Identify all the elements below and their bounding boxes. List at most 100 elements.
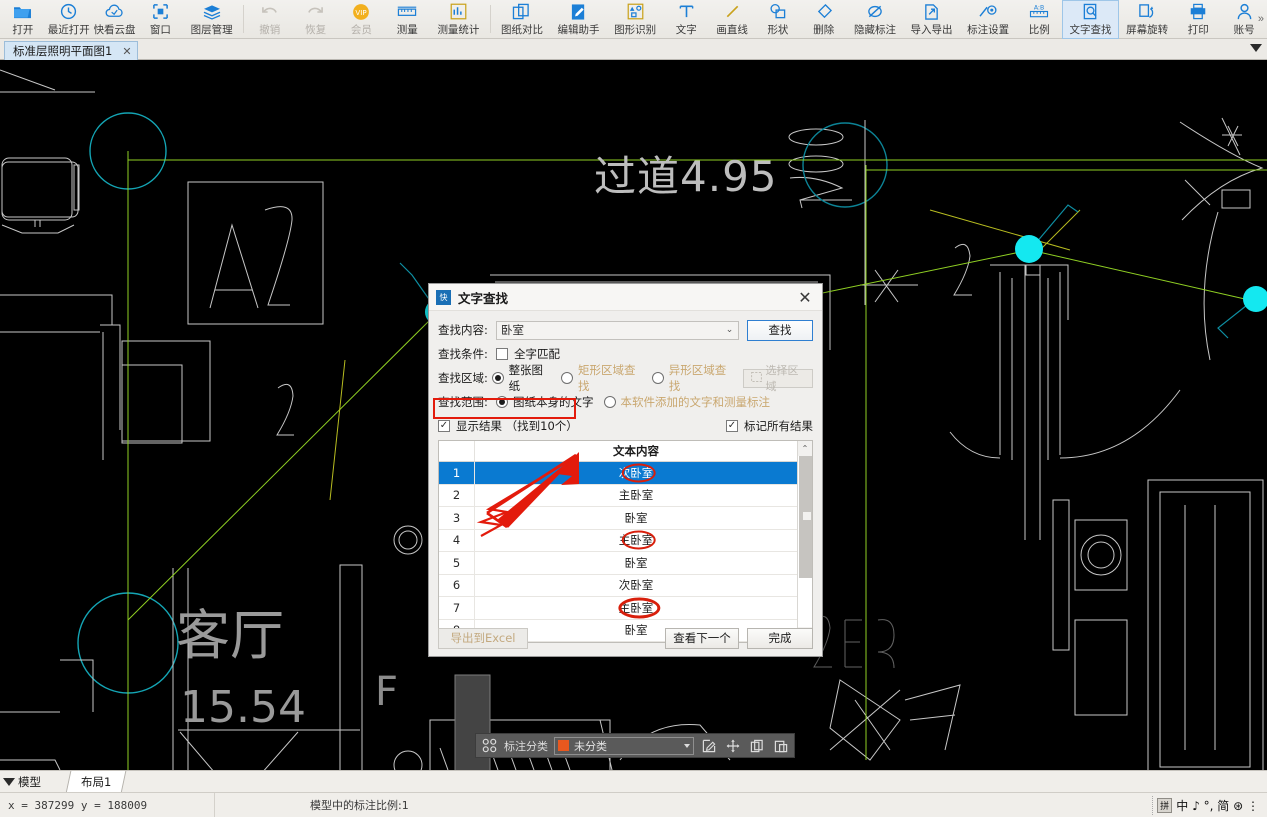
- toolbar-item-measure-stats[interactable]: 测量统计: [430, 0, 487, 39]
- ime-indicator[interactable]: 拼 中 ♪ °, 简 ⊛ ⋮: [1152, 796, 1263, 815]
- row-text-value: 次卧室: [618, 578, 654, 593]
- table-row[interactable]: 5 卧室: [439, 552, 797, 575]
- table-row[interactable]: 6 次卧室: [439, 574, 797, 597]
- toolbar-item-annotation-settings[interactable]: 标注设置: [960, 0, 1017, 39]
- toolbar-item-shape[interactable]: 形状: [755, 0, 801, 39]
- tab-layout1-label: 布局1: [81, 775, 112, 789]
- radio-rect-area[interactable]: [561, 372, 574, 384]
- toolbar-item-screen-rotate[interactable]: 屏幕旋转: [1119, 0, 1176, 39]
- edit-pencil-icon[interactable]: [700, 737, 718, 755]
- copy-icon[interactable]: [748, 737, 766, 755]
- toolbar-item-text-search[interactable]: 文字查找: [1062, 0, 1119, 39]
- mark-all-results-checkbox[interactable]: [726, 420, 738, 432]
- tab-layout1[interactable]: 布局1: [65, 771, 127, 793]
- table-row[interactable]: 2 主卧室: [439, 484, 797, 507]
- result-marker: [1015, 235, 1043, 263]
- paste-icon[interactable]: [772, 737, 790, 755]
- toolbar-item-hide-annotation[interactable]: 隐藏标注: [847, 0, 904, 39]
- radio-added-text[interactable]: [603, 396, 616, 408]
- annotation-category-select[interactable]: 未分类: [554, 736, 694, 755]
- toolbar-item-recent[interactable]: 最近打开: [46, 0, 92, 39]
- radio-drawing-text[interactable]: [496, 396, 508, 408]
- results-table[interactable]: 文本内容 1 次卧室 2 主卧室 3 卧室 4 主卧室 5 卧室 6 次卧室 7…: [438, 440, 813, 643]
- view-next-button[interactable]: 查看下一个: [665, 627, 739, 649]
- scroll-up-arrow-icon[interactable]: ⌃: [798, 441, 812, 456]
- chart-stats-icon: [450, 2, 467, 21]
- close-icon[interactable]: ✕: [788, 284, 822, 311]
- toolbar-label: 隐藏标注: [853, 24, 896, 36]
- chevron-down-icon[interactable]: ⌄: [721, 325, 738, 335]
- toolbar-item-open[interactable]: 打开: [0, 0, 46, 39]
- whole-word-checkbox[interactable]: [496, 348, 508, 360]
- toolbar-label: 最近打开: [47, 24, 90, 36]
- table-row[interactable]: 1 次卧室: [439, 462, 797, 485]
- toolbar-item-measure[interactable]: 测量: [384, 0, 430, 39]
- radio-polygon-area[interactable]: [651, 372, 664, 384]
- radio-rect-area-label: 矩形区域查找: [578, 363, 636, 393]
- move-cross-icon[interactable]: [724, 737, 742, 755]
- radio-whole-sheet-label: 整张图纸: [508, 363, 544, 393]
- text-search-dialog[interactable]: 快 文字查找 ✕ 查找内容: 卧室 ⌄ 查找 查找条件: 全字匹配 查找区域: …: [428, 283, 823, 657]
- find-input[interactable]: 卧室 ⌄: [496, 320, 739, 340]
- document-tab[interactable]: 标准层照明平面图1 ✕: [4, 41, 138, 60]
- layers-icon: [203, 2, 221, 21]
- done-button[interactable]: 完成: [747, 627, 813, 649]
- annotation-settings-icon: [979, 2, 998, 21]
- toolbar-item-line[interactable]: 画直线: [709, 0, 755, 39]
- tab-model[interactable]: 模型: [18, 771, 41, 793]
- toolbar-item-window[interactable]: 窗口: [137, 0, 183, 39]
- export-excel-button[interactable]: 导出到Excel: [438, 627, 528, 649]
- toolbar-label: 图纸对比: [500, 24, 543, 36]
- toolbar-label: 删除: [813, 24, 835, 36]
- show-results-checkbox[interactable]: [438, 420, 450, 432]
- close-icon[interactable]: ✕: [122, 45, 131, 58]
- scrollbar-thumb[interactable]: [799, 456, 812, 578]
- toolbar-item-shape-recognize[interactable]: 图形识别: [607, 0, 664, 39]
- row-text-value: 次卧室: [618, 465, 654, 480]
- annotation-toolbar[interactable]: 标注分类 未分类: [475, 733, 795, 758]
- show-results-row: 显示结果 （找到10个） 标记所有结果: [438, 416, 813, 436]
- ime-mode-icon[interactable]: 拼: [1157, 798, 1173, 813]
- radio-whole-sheet[interactable]: [491, 372, 504, 384]
- toolbar-item-vip[interactable]: VIP 会员: [339, 0, 385, 39]
- row-index: 7: [439, 597, 475, 619]
- find-button[interactable]: 查找: [747, 319, 813, 341]
- table-row[interactable]: 4 主卧室: [439, 529, 797, 552]
- toolbar-item-text[interactable]: 文字: [663, 0, 709, 39]
- toolbar-item-import-export[interactable]: 导入导出: [903, 0, 960, 39]
- ime-extra-icons[interactable]: ♪ °, 简 ⊛ ⋮: [1192, 797, 1259, 814]
- find-area-row: 查找区域: 整张图纸 矩形区域查找 异形区域查找 选择区域: [438, 363, 813, 393]
- toolbar-overflow-button[interactable]: »: [1258, 13, 1264, 25]
- table-row[interactable]: 3 卧室: [439, 507, 797, 530]
- row-text: 主卧室: [475, 597, 797, 619]
- dialog-title-bar[interactable]: 快 文字查找 ✕: [429, 284, 822, 311]
- tab-scroll-arrow-icon[interactable]: [3, 778, 15, 786]
- radio-drawing-text-label: 图纸本身的文字: [513, 395, 594, 409]
- toolbar-item-scale[interactable]: A:B 比例: [1016, 0, 1062, 39]
- text-tool-icon: [678, 2, 695, 21]
- scrollbar-track[interactable]: [798, 456, 812, 627]
- app-logo-icon: 快: [436, 289, 451, 305]
- main-toolbar: 打开 最近打开 快看云盘 窗口 图层管理 撤销 恢复 VIP 会员 测量 测量统…: [0, 0, 1267, 39]
- toolbar-label: 窗口: [149, 24, 171, 36]
- text-search-icon: [1082, 2, 1099, 21]
- toolbar-item-delete[interactable]: 删除: [801, 0, 847, 39]
- toolbar-item-layers[interactable]: 图层管理: [183, 0, 240, 39]
- eraser-icon: [815, 2, 833, 21]
- toolbar-separator: [242, 5, 244, 33]
- toolbar-item-edit-assistant[interactable]: 编辑助手: [550, 0, 607, 39]
- table-row[interactable]: 7 主卧室: [439, 597, 797, 620]
- ime-language-icon[interactable]: 中: [1176, 797, 1188, 814]
- toolbar-item-redo[interactable]: 恢复: [293, 0, 339, 39]
- grid-apps-icon[interactable]: [480, 737, 498, 755]
- toolbar-item-cloud[interactable]: 快看云盘: [92, 0, 138, 39]
- toolbar-item-print[interactable]: 打印: [1175, 0, 1221, 39]
- toolbar-item-undo[interactable]: 撤销: [247, 0, 293, 39]
- select-region-button[interactable]: 选择区域: [742, 364, 813, 393]
- history-clock-icon: [60, 2, 77, 21]
- chevron-down-icon[interactable]: [1250, 44, 1262, 52]
- results-scrollbar[interactable]: ⌃ ⌄: [797, 441, 812, 642]
- chevron-down-icon[interactable]: [684, 743, 690, 748]
- printer-icon: [1189, 2, 1207, 21]
- toolbar-item-compare[interactable]: 图纸对比: [494, 0, 551, 39]
